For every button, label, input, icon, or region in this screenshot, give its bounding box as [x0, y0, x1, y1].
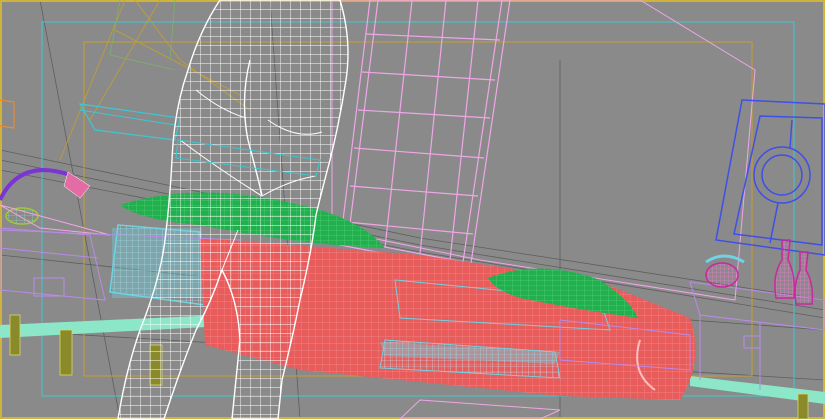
shelf: [78, 103, 181, 141]
scene-canvas[interactable]: [0, 0, 825, 419]
floor-lamp: [0, 168, 111, 236]
table-leg: [59, 329, 73, 376]
wall-bracket: [0, 99, 15, 129]
perspective-viewport[interactable]: [0, 0, 825, 419]
door-frame: [715, 99, 825, 256]
table-leg: [9, 314, 21, 356]
rug: [399, 399, 561, 419]
side-table: [0, 227, 106, 301]
vases: [705, 239, 814, 305]
shelf-edge: [79, 109, 176, 126]
window-grid: [339, 0, 511, 271]
table-leg: [797, 393, 809, 419]
